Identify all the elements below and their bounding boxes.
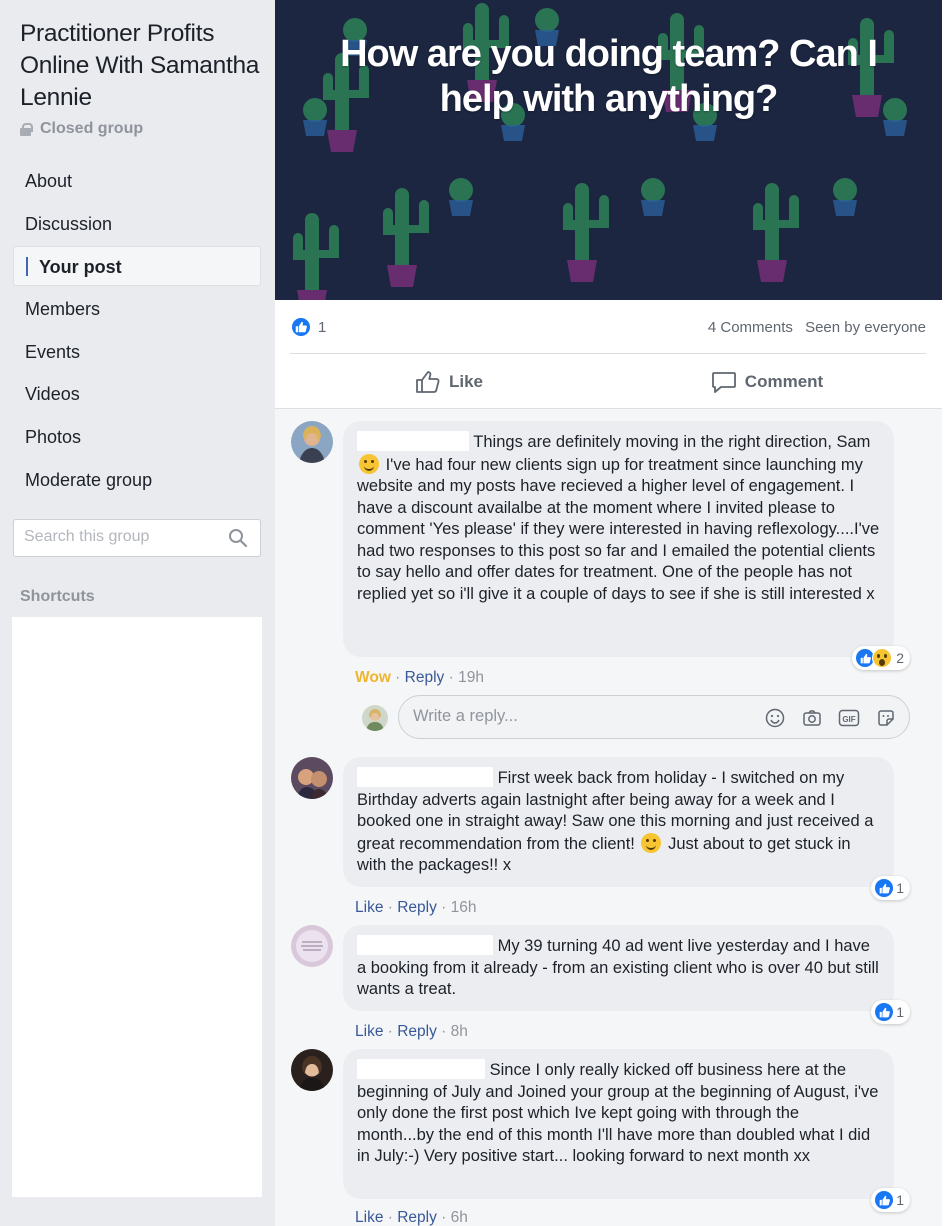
comment-bubble: Since I only really kicked off business … <box>343 1049 894 1199</box>
reaction-summary[interactable]: 1 <box>871 1188 910 1212</box>
banner-text: How are you doing team? Can I help with … <box>340 33 878 120</box>
group-privacy: Closed group <box>20 120 143 138</box>
comment-item: Since I only really kicked off business … <box>291 1049 926 1226</box>
nav-item-photos[interactable]: Photos <box>13 417 261 457</box>
like-reaction-icon[interactable] <box>290 316 312 338</box>
wow-reaction-icon <box>872 648 893 668</box>
reply-input[interactable] <box>413 707 743 726</box>
comment-time[interactable]: 19h <box>458 669 484 686</box>
reaction-count: 1 <box>896 1192 904 1208</box>
like-label: Like <box>448 372 484 391</box>
comment-button[interactable]: Comment <box>608 357 926 407</box>
avatar <box>362 705 388 731</box>
comment-icon <box>711 372 736 393</box>
nav-item-events[interactable]: Events <box>13 332 261 372</box>
comment-meta: Like · Reply · 8h <box>355 1023 468 1040</box>
reaction-count: 1 <box>896 880 904 896</box>
group-nav: About Discussion Your post Members Event… <box>13 161 261 503</box>
shortcuts-panel <box>12 617 262 1197</box>
post-card: How are you doing team? Can I help with … <box>275 0 950 1226</box>
comments-count[interactable]: 4 Comments <box>708 319 793 336</box>
comment-time[interactable]: 8h <box>451 1023 468 1040</box>
avatar[interactable] <box>291 1049 333 1091</box>
nav-item-about[interactable]: About <box>13 161 261 201</box>
avatar[interactable] <box>291 421 333 463</box>
reply-field: GIF <box>398 695 910 739</box>
redacted-author[interactable] <box>357 935 493 955</box>
comment-item: First week back from holiday - I switche… <box>291 757 926 917</box>
search-input[interactable] <box>24 528 224 546</box>
camera-icon[interactable] <box>801 707 823 729</box>
search-icon[interactable] <box>228 528 248 548</box>
comment-meta: Wow · Reply · 19h <box>355 669 484 686</box>
reaction-count[interactable]: 1 <box>318 319 326 336</box>
smiley-emoji-icon <box>359 453 379 474</box>
comment-time[interactable]: 16h <box>451 899 477 916</box>
reply-link[interactable]: Reply <box>405 669 445 686</box>
like-reaction-icon <box>874 878 895 898</box>
reply-composer: GIF <box>362 695 910 739</box>
nav-item-videos[interactable]: Videos <box>13 374 261 414</box>
avatar[interactable] <box>291 925 333 967</box>
comment-text: I've had four new clients sign up for tr… <box>357 455 880 603</box>
comment-meta: Like · Reply · 6h <box>355 1209 468 1226</box>
gif-icon[interactable]: GIF <box>838 707 860 729</box>
nav-item-moderate-group[interactable]: Moderate group <box>13 460 261 500</box>
post-actions: Like Comment <box>290 357 926 407</box>
comment-text: Things are definitely moving in the righ… <box>473 433 871 451</box>
post-stats: 1 4 Comments Seen by everyone <box>290 316 926 338</box>
lock-icon <box>20 122 33 136</box>
comment-label: Comment <box>744 372 824 391</box>
reply-link[interactable]: Reply <box>397 899 437 916</box>
like-button[interactable]: Like <box>290 357 608 407</box>
like-link[interactable]: Like <box>355 1209 383 1226</box>
reply-link[interactable]: Reply <box>397 1023 437 1040</box>
svg-text:GIF: GIF <box>842 715 855 724</box>
emoji-picker-icon[interactable] <box>764 707 786 729</box>
nav-item-members[interactable]: Members <box>13 289 261 329</box>
reaction-count: 1 <box>896 1004 904 1020</box>
group-search <box>13 519 261 557</box>
reaction-summary[interactable]: 1 <box>871 876 910 900</box>
redacted-author[interactable] <box>357 431 469 451</box>
comment-time[interactable]: 6h <box>451 1209 468 1226</box>
stats-right: 4 Comments Seen by everyone <box>708 319 926 336</box>
reply-link[interactable]: Reply <box>397 1209 437 1226</box>
reaction-summary[interactable]: 1 <box>871 1000 910 1024</box>
reaction-summary[interactable]: 2 <box>852 646 910 670</box>
like-link[interactable]: Like <box>355 1023 383 1040</box>
nav-item-discussion[interactable]: Discussion <box>13 204 261 244</box>
group-title[interactable]: Practitioner Profits Online With Samanth… <box>20 18 265 114</box>
divider <box>290 353 926 354</box>
privacy-label: Closed group <box>40 120 144 137</box>
comment-bubble: First week back from holiday - I switche… <box>343 757 894 887</box>
comment-item: Things are definitely moving in the righ… <box>291 421 926 686</box>
thumbs-up-icon <box>416 371 440 393</box>
wow-reaction-link[interactable]: Wow <box>355 669 391 686</box>
comment-bubble: Things are definitely moving in the righ… <box>343 421 894 657</box>
sidebar: Practitioner Profits Online With Samanth… <box>0 0 275 1226</box>
reaction-count: 2 <box>896 650 904 666</box>
reply-tools: GIF <box>764 707 897 729</box>
nav-item-your-post[interactable]: Your post <box>13 246 261 287</box>
comment-meta: Like · Reply · 16h <box>355 899 477 916</box>
comment-item: My 39 turning 40 ad went live yesterday … <box>291 925 926 1040</box>
sticker-icon[interactable] <box>875 707 897 729</box>
like-reaction-icon <box>874 1002 895 1022</box>
seen-by[interactable]: Seen by everyone <box>805 319 926 336</box>
like-reaction-icon <box>874 1190 895 1210</box>
smiley-emoji-icon <box>641 832 662 853</box>
post-banner: How are you doing team? Can I help with … <box>275 0 942 300</box>
shortcuts-title: Shortcuts <box>20 588 95 605</box>
comments-list: Things are definitely moving in the righ… <box>275 408 942 1226</box>
redacted-author[interactable] <box>357 767 493 787</box>
avatar[interactable] <box>291 757 333 799</box>
comment-bubble: My 39 turning 40 ad went live yesterday … <box>343 925 894 1011</box>
like-link[interactable]: Like <box>355 899 383 916</box>
redacted-author[interactable] <box>357 1059 485 1079</box>
